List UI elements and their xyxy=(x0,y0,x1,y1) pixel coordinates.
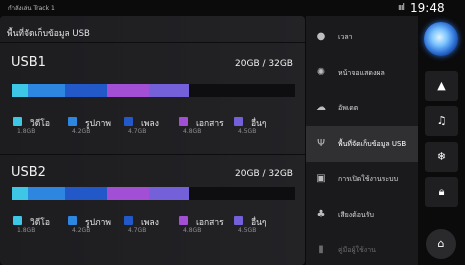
menu-item-label: การเปิดใช้งานระบบ xyxy=(338,175,399,183)
menu-item-welcome-sound[interactable]: ♣ เสียงต้อนรับ xyxy=(306,197,418,233)
usage-segment-4 xyxy=(148,84,189,97)
assistant-orb-icon[interactable] xyxy=(424,22,458,56)
menu-item-manual[interactable]: ▮ คู่มือผู้ใช้งาน xyxy=(306,232,418,265)
lock-button[interactable]: 🔒︎ xyxy=(425,177,458,207)
climate-fan-button[interactable]: ❄ xyxy=(425,142,458,172)
legend-swatch xyxy=(124,216,133,225)
legend-size: 4.2GB xyxy=(72,128,91,135)
signal-icon: ıııl xyxy=(398,3,405,13)
usage-segment-1 xyxy=(27,84,65,97)
home-icon: ⌂ xyxy=(437,237,445,250)
usage-segment-1 xyxy=(27,187,65,200)
settings-menu: ● เวลา ✺ หน้าจอแสดงผล ☁ อัพเดต Ψ พื้นที่จัดเก็บ… xyxy=(306,16,418,265)
usb-icon: Ψ xyxy=(317,137,325,149)
menu-item-label: พื้นที่จัดเก็บข้อมูล USB xyxy=(338,139,407,148)
usb1-usage-bar xyxy=(12,84,295,97)
legend-swatch xyxy=(68,117,77,126)
home-button[interactable]: ⌂ xyxy=(426,229,456,259)
usb2-capacity: 20GB / 32GB xyxy=(235,169,293,179)
legend-size: 4.2GB xyxy=(72,227,91,234)
navigation-arrow-button[interactable]: ▲ xyxy=(425,71,458,101)
legend-swatch xyxy=(68,216,77,225)
legend-swatch xyxy=(13,117,22,126)
menu-item-usb[interactable]: Ψ พื้นที่จัดเก็บข้อมูล USB xyxy=(306,125,418,162)
usage-segment-2 xyxy=(64,84,107,97)
menu-item-brightness[interactable]: ✺ หน้าจอแสดงผล xyxy=(306,55,418,91)
legend-size: 1.8GB xyxy=(17,227,36,234)
legend-size: 1.8GB xyxy=(17,128,36,135)
legend-swatch xyxy=(179,117,188,126)
usb2-name: USB2 xyxy=(11,165,46,180)
usage-segment-3 xyxy=(106,84,149,97)
usage-segment-0 xyxy=(12,84,28,97)
navigation-arrow-icon: ▲ xyxy=(437,79,446,92)
legend-swatch xyxy=(234,216,243,225)
legend-size: 4.7GB xyxy=(128,128,147,135)
legend-size: 4.7GB xyxy=(128,227,147,234)
usage-segment-3 xyxy=(106,187,149,200)
legend-swatch xyxy=(179,216,188,225)
menu-item-label: หน้าจอแสดงผล xyxy=(338,68,385,77)
legend-size: 4.5GB xyxy=(238,227,257,234)
usb1-name: USB1 xyxy=(11,55,46,70)
cloud-update-icon: ☁ xyxy=(316,102,326,113)
menu-item-clock[interactable]: ● เวลา xyxy=(306,19,418,55)
menu-item-system[interactable]: ▣ การเปิดใช้งานระบบ xyxy=(306,161,418,197)
welcome-sound-icon: ♣ xyxy=(316,208,326,220)
page-title: พื้นที่จัดเก็บข้อมูล USB xyxy=(7,29,90,39)
usb1-capacity: 20GB / 32GB xyxy=(235,59,293,69)
menu-item-label: คู่มือผู้ใช้งาน xyxy=(338,246,376,254)
title-divider xyxy=(0,42,305,43)
menu-item-cloud-update[interactable]: ☁ อัพเดต xyxy=(306,90,418,126)
usb-storage-panel: พื้นที่จัดเก็บข้อมูล USB USB1 20GB / 32G… xyxy=(0,16,305,265)
usage-segment-2 xyxy=(64,187,107,200)
usage-segment-4 xyxy=(148,187,189,200)
legend-swatch xyxy=(13,216,22,225)
now-playing-text: กำลังเล่น Track 1 xyxy=(8,5,55,12)
manual-icon: ▮ xyxy=(318,244,324,255)
system-icon: ▣ xyxy=(316,173,326,184)
usage-segment-0 xyxy=(12,187,28,200)
status-bar: กำลังเล่น Track 1 ıııl 19:48 xyxy=(0,0,465,16)
legend-size: 4.8GB xyxy=(183,128,202,135)
device-divider xyxy=(0,154,305,155)
usb2-usage-bar xyxy=(12,187,295,200)
music-icon: ♫ xyxy=(436,114,447,127)
climate-fan-icon: ❄ xyxy=(436,150,447,163)
menu-item-label: เสียงต้อนรับ xyxy=(338,210,374,219)
brightness-icon: ✺ xyxy=(316,66,326,78)
menu-item-label: เวลา xyxy=(338,33,353,41)
music-button[interactable]: ♫ xyxy=(425,106,458,136)
clock-time: 19:48 xyxy=(410,1,445,15)
lock-icon: 🔒︎ xyxy=(438,185,445,198)
legend-swatch xyxy=(234,117,243,126)
legend-swatch xyxy=(124,117,133,126)
legend-size: 4.8GB xyxy=(183,227,202,234)
legend-size: 4.5GB xyxy=(238,128,257,135)
menu-item-label: อัพเดต xyxy=(338,104,359,112)
clock-icon: ● xyxy=(316,31,326,42)
